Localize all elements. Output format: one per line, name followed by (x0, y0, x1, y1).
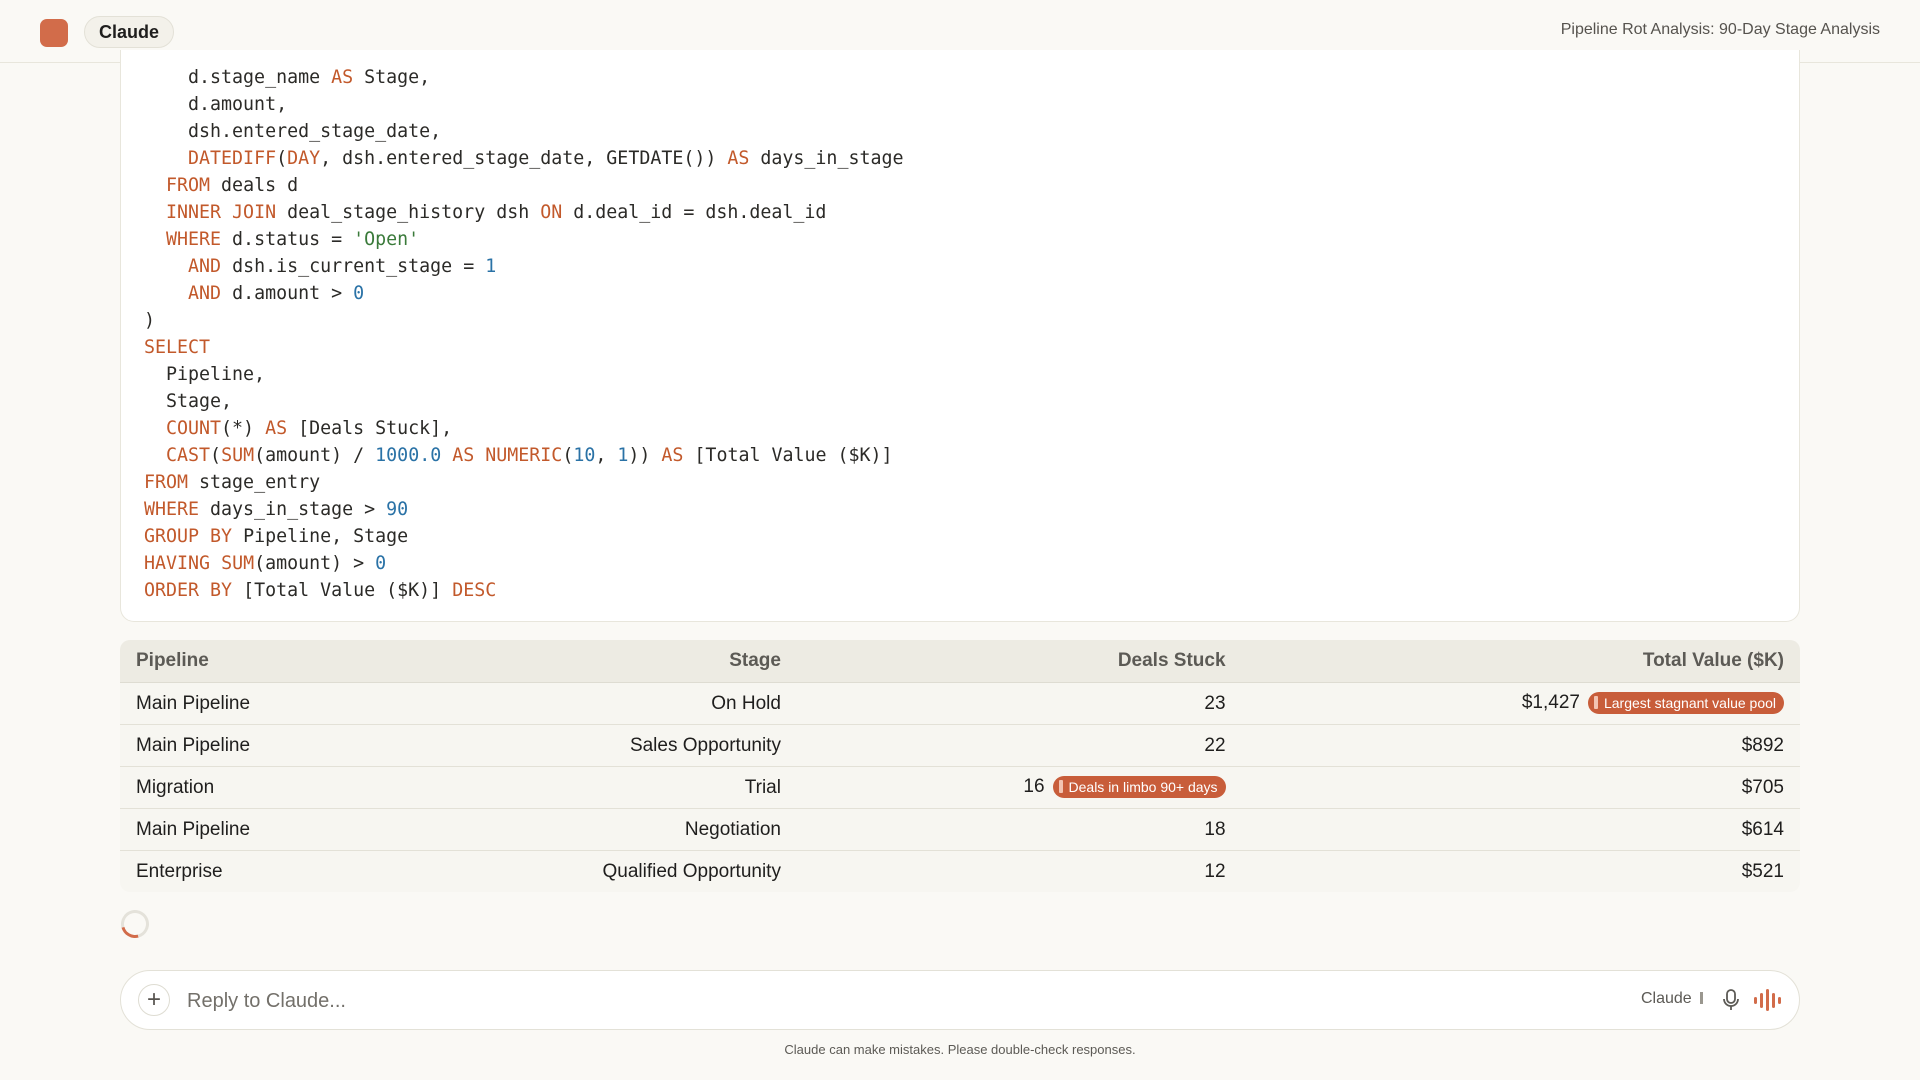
disclaimer-text: Claude can make mistakes. Please double-… (784, 1042, 1136, 1057)
cell-deals-stuck: 12 (797, 851, 1242, 893)
cell-total-value-text: $614 (1741, 818, 1784, 840)
cell-pipeline: Migration (120, 766, 398, 809)
conversation-title[interactable]: Pipeline Rot Analysis: 90-Day Stage Anal… (1561, 21, 1880, 39)
cell-stage-text: Qualified Opportunity (602, 860, 781, 882)
cell-stage-text: Trial (744, 776, 781, 798)
cell-pipeline-text: Main Pipeline (136, 734, 251, 756)
cell-pipeline: Enterprise (120, 851, 397, 893)
annotation-badge: Largest stagnant value pool (1587, 692, 1784, 715)
cell-deals-stuck-text: 16 (1023, 776, 1045, 798)
cell-pipeline: Main Pipeline (120, 724, 398, 767)
model-selector[interactable]: Claude (1641, 990, 1703, 1008)
table-row: Main Pipeline Negotiation 18 $614 (120, 808, 1800, 851)
table-row: Main Pipeline On Hold 23 $1,427 Largest stag… (120, 682, 1800, 725)
reply-input[interactable] (185, 985, 1289, 1017)
badge-label: Deals in limbo 90+ days (1068, 779, 1218, 796)
cell-total-value: $892 (1241, 724, 1800, 767)
microphone-icon[interactable] (1721, 988, 1741, 1012)
cell-total-value: $614 (1241, 808, 1800, 851)
column-header-deals-stuck: Deals Stuck (796, 640, 1242, 683)
cell-deals-stuck: 18 (796, 808, 1242, 851)
cell-pipeline: Main Pipeline (120, 808, 398, 851)
plus-icon[interactable]: + (138, 984, 170, 1016)
badge-marker-icon (1058, 780, 1063, 794)
column-header-total-value: Total Value ($K) (1241, 640, 1800, 683)
cell-deals-stuck-text: 18 (1204, 818, 1226, 840)
cell-pipeline-text: Main Pipeline (136, 692, 251, 714)
annotation-badge: Deals in limbo 90+ days (1052, 776, 1226, 799)
cell-total-value-text: $705 (1741, 776, 1784, 798)
reply-composer: + Claude (120, 970, 1800, 1030)
app-name-button[interactable]: Claude (84, 16, 175, 48)
table-row: Migration Trial 16 Deals in limbo 90+ days $… (120, 766, 1800, 809)
cell-total-value: $521 (1242, 851, 1800, 893)
cell-stage: Negotiation (397, 808, 797, 851)
claude-logo-icon[interactable] (40, 19, 68, 47)
table-row: Enterprise Qualified Opportunity 12 $521 (120, 851, 1800, 893)
cell-total-value-text: $521 (1741, 860, 1784, 882)
cell-pipeline-text: Main Pipeline (136, 818, 251, 840)
cell-stage: Trial (397, 766, 797, 809)
model-selector-label: Claude (1641, 990, 1692, 1007)
cell-stage: On Hold (397, 682, 797, 725)
table-header-row: Pipeline Stage Deals Stuck Total Value (… (120, 640, 1800, 683)
sql-code: d.stage_name AS Stage, d.amount, dsh.ent… (144, 67, 904, 601)
badge-label: Largest stagnant value pool (1603, 695, 1776, 712)
cell-total-value-text: $892 (1741, 734, 1784, 756)
cell-deals-stuck-text: 22 (1204, 734, 1226, 756)
cell-stage-text: Negotiation (684, 818, 781, 840)
code-block: d.stage_name AS Stage, d.amount, dsh.ent… (120, 50, 1800, 622)
cell-total-value: $705 (1241, 766, 1800, 809)
cell-pipeline-text: Migration (136, 776, 215, 798)
cell-pipeline-text: Enterprise (136, 860, 223, 882)
cell-deals-stuck: 22 (796, 724, 1242, 767)
table-row: Main Pipeline Sales Opportunity 22 $892 (120, 724, 1800, 767)
loading-spinner (115, 904, 155, 944)
voice-waveform-icon[interactable] (1753, 988, 1783, 1012)
cell-stage: Sales Opportunity (397, 724, 797, 767)
cell-stage: Qualified Opportunity (397, 851, 797, 893)
column-header-pipeline: Pipeline (120, 640, 398, 683)
column-header-stage: Stage (397, 640, 797, 683)
cell-total-value: $1,427 Largest stagnant value pool (1241, 682, 1800, 725)
cell-pipeline: Main Pipeline (120, 682, 398, 725)
cell-stage-text: Sales Opportunity (629, 734, 781, 756)
results-table: Pipeline Stage Deals Stuck Total Value (… (120, 640, 1800, 892)
cell-deals-stuck: 16 Deals in limbo 90+ days (796, 766, 1242, 809)
cell-deals-stuck-text: 23 (1204, 692, 1226, 714)
cell-stage-text: On Hold (711, 692, 781, 714)
cell-deals-stuck: 23 (796, 682, 1242, 725)
badge-marker-icon (1593, 696, 1598, 710)
model-selector-caret-icon (1699, 992, 1703, 1004)
cell-total-value-text: $1,427 (1521, 692, 1580, 714)
cell-deals-stuck-text: 12 (1204, 860, 1226, 882)
